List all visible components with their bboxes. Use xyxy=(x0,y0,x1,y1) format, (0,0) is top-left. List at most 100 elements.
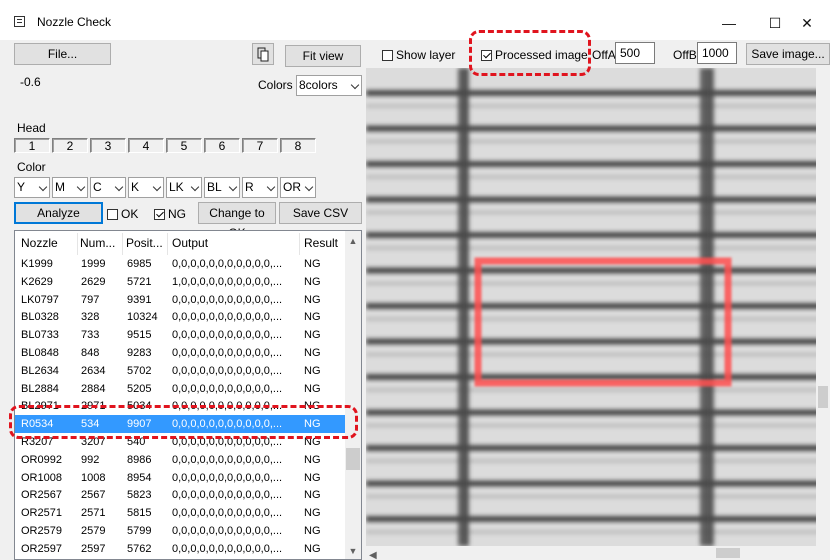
list-scrollbar[interactable]: ▲ ▼ xyxy=(345,231,361,559)
color-select-5[interactable]: LK xyxy=(166,177,202,198)
color-select-7[interactable]: R xyxy=(242,177,278,198)
column-header-nozzle[interactable]: Nozzle xyxy=(21,236,58,250)
minimize-button[interactable]: — xyxy=(706,8,752,38)
cell-pos: 8986 xyxy=(127,453,152,466)
table-row[interactable]: BL2884 2884 5205 0,0,0,0,0,0,0,0,0,0,0,... N… xyxy=(15,380,347,398)
show-layer-checkbox[interactable]: Show layer xyxy=(382,48,455,62)
table-row[interactable]: OR0992 992 8986 0,0,0,0,0,0,0,0,0,0,0,... NG xyxy=(15,451,347,469)
printed-line xyxy=(366,516,830,522)
head-button-2[interactable]: 2 xyxy=(52,138,88,153)
color-select-2[interactable]: M xyxy=(52,177,88,198)
cell-result: NG xyxy=(304,311,321,324)
colors-select[interactable]: 8colors xyxy=(296,75,362,96)
printed-line-texture xyxy=(366,530,830,534)
rotate-icon xyxy=(257,47,269,62)
image-viewer[interactable]: ◀ xyxy=(366,68,830,560)
head-button-8[interactable]: 8 xyxy=(280,138,316,153)
save-image-button[interactable]: Save image... xyxy=(746,43,830,65)
ng-label: NG xyxy=(168,207,186,221)
ng-checkbox[interactable]: NG xyxy=(154,207,186,221)
table-row[interactable]: OR2571 2571 5815 0,0,0,0,0,0,0,0,0,0,0,... N… xyxy=(15,504,347,522)
nozzle-result-list[interactable]: Nozzle Num... Posit... Output Result K19… xyxy=(14,230,362,560)
table-row[interactable]: K2629 2629 5721 1,0,0,0,0,0,0,0,0,0,0,... NG xyxy=(15,273,347,291)
cell-num: 2884 xyxy=(81,382,106,395)
printed-line-texture xyxy=(366,317,830,321)
value-readout: -0.6 xyxy=(20,75,41,89)
scroll-up-icon[interactable]: ▲ xyxy=(345,233,361,249)
printed-column xyxy=(708,68,714,546)
offa-input[interactable]: 500 xyxy=(615,42,655,64)
column-header-result[interactable]: Result xyxy=(304,236,338,250)
show-layer-label: Show layer xyxy=(396,48,456,62)
table-row[interactable]: OR1008 1008 8954 0,0,0,0,0,0,0,0,0,0,0,... N… xyxy=(15,469,347,487)
table-row[interactable]: BL2634 2634 5702 0,0,0,0,0,0,0,0,0,0,0,... N… xyxy=(15,362,347,380)
vertical-scrollbar[interactable] xyxy=(816,68,830,546)
table-row[interactable]: OR2567 2567 5823 0,0,0,0,0,0,0,0,0,0,0,... N… xyxy=(15,486,347,504)
table-row[interactable]: BL0733 733 9515 0,0,0,0,0,0,0,0,0,0,0,... NG xyxy=(15,326,347,344)
printed-line-texture xyxy=(366,175,830,179)
color-select-4[interactable]: K xyxy=(128,177,164,198)
table-row[interactable]: BL0848 848 9283 0,0,0,0,0,0,0,0,0,0,0,... NG xyxy=(15,344,347,362)
column-separator[interactable] xyxy=(167,233,168,255)
chevron-down-icon xyxy=(190,182,200,192)
cell-nozzle: OR2579 xyxy=(21,525,62,537)
cell-nozzle: BL0848 xyxy=(21,347,59,359)
cell-output: 0,0,0,0,0,0,0,0,0,0,0,... xyxy=(172,293,283,306)
change-to-ok-button[interactable]: Change to OK xyxy=(198,202,276,240)
cell-result: NG xyxy=(304,471,321,484)
column-header-position[interactable]: Posit... xyxy=(126,236,163,250)
head-button-3[interactable]: 3 xyxy=(90,138,126,153)
color-select-value: Y xyxy=(17,180,26,194)
highlight-selected-row xyxy=(9,405,358,439)
column-header-output[interactable]: Output xyxy=(172,236,208,250)
cell-num: 2629 xyxy=(81,275,106,288)
table-row[interactable]: K1999 1999 6985 0,0,0,0,0,0,0,0,0,0,0,... NG xyxy=(15,255,347,273)
ok-box[interactable] xyxy=(107,208,118,220)
show-layer-box[interactable] xyxy=(382,49,393,61)
file-button[interactable]: File... xyxy=(14,43,111,65)
ng-box[interactable] xyxy=(154,208,165,220)
printed-column xyxy=(464,68,469,546)
head-button-4[interactable]: 4 xyxy=(128,138,164,153)
head-button-6[interactable]: 6 xyxy=(204,138,240,153)
cell-pos: 5721 xyxy=(127,275,152,288)
color-select-8[interactable]: OR xyxy=(280,177,316,198)
cell-nozzle: BL0328 xyxy=(21,311,59,324)
cell-result: NG xyxy=(304,525,321,537)
table-row[interactable]: LK0797 797 9391 0,0,0,0,0,0,0,0,0,0,0,... NG xyxy=(15,291,347,309)
table-row[interactable]: OR2597 2597 5762 0,0,0,0,0,0,0,0,0,0,0,... N… xyxy=(15,540,347,558)
cell-output: 0,0,0,0,0,0,0,0,0,0,0,... xyxy=(172,542,283,555)
head-button-7[interactable]: 7 xyxy=(242,138,278,153)
column-separator[interactable] xyxy=(122,233,123,255)
color-select-value: BL xyxy=(207,180,222,194)
close-button[interactable]: ✕ xyxy=(784,8,830,38)
color-select-3[interactable]: C xyxy=(90,177,126,198)
column-header-number[interactable]: Num... xyxy=(80,236,115,250)
head-button-1[interactable]: 1 xyxy=(14,138,50,153)
horizontal-scroll-thumb[interactable] xyxy=(716,548,740,558)
cell-num: 797 xyxy=(81,293,100,306)
scroll-down-icon[interactable]: ▼ xyxy=(345,543,361,559)
head-button-5[interactable]: 5 xyxy=(166,138,202,153)
printed-line-texture xyxy=(366,494,830,499)
color-select-6[interactable]: BL xyxy=(204,177,240,198)
table-row[interactable]: OR2579 2579 5799 0,0,0,0,0,0,0,0,0,0,0,... N… xyxy=(15,522,347,540)
ok-checkbox[interactable]: OK xyxy=(107,207,138,221)
column-separator[interactable] xyxy=(299,233,300,255)
cell-pos: 5762 xyxy=(127,542,152,555)
view-toggle-button[interactable] xyxy=(252,43,274,65)
save-csv-button[interactable]: Save CSV xyxy=(279,202,362,224)
analyze-button[interactable]: Analyze xyxy=(14,202,103,224)
table-row[interactable]: BL0328 328 10324 0,0,0,0,0,0,0,0,0,0,0,... N… xyxy=(15,308,347,326)
vertical-scroll-thumb[interactable] xyxy=(818,386,828,408)
printed-line xyxy=(366,232,830,238)
horizontal-scrollbar[interactable] xyxy=(366,546,830,560)
scrollbar-thumb[interactable] xyxy=(346,448,360,470)
fit-view-button[interactable]: Fit view xyxy=(285,45,361,67)
scroll-left-icon[interactable]: ◀ xyxy=(369,550,377,560)
offb-input[interactable]: 1000 xyxy=(697,42,737,64)
cell-result: NG xyxy=(304,258,321,270)
column-separator[interactable] xyxy=(77,233,78,255)
printed-line-texture xyxy=(366,139,830,144)
color-select-1[interactable]: Y xyxy=(14,177,50,198)
